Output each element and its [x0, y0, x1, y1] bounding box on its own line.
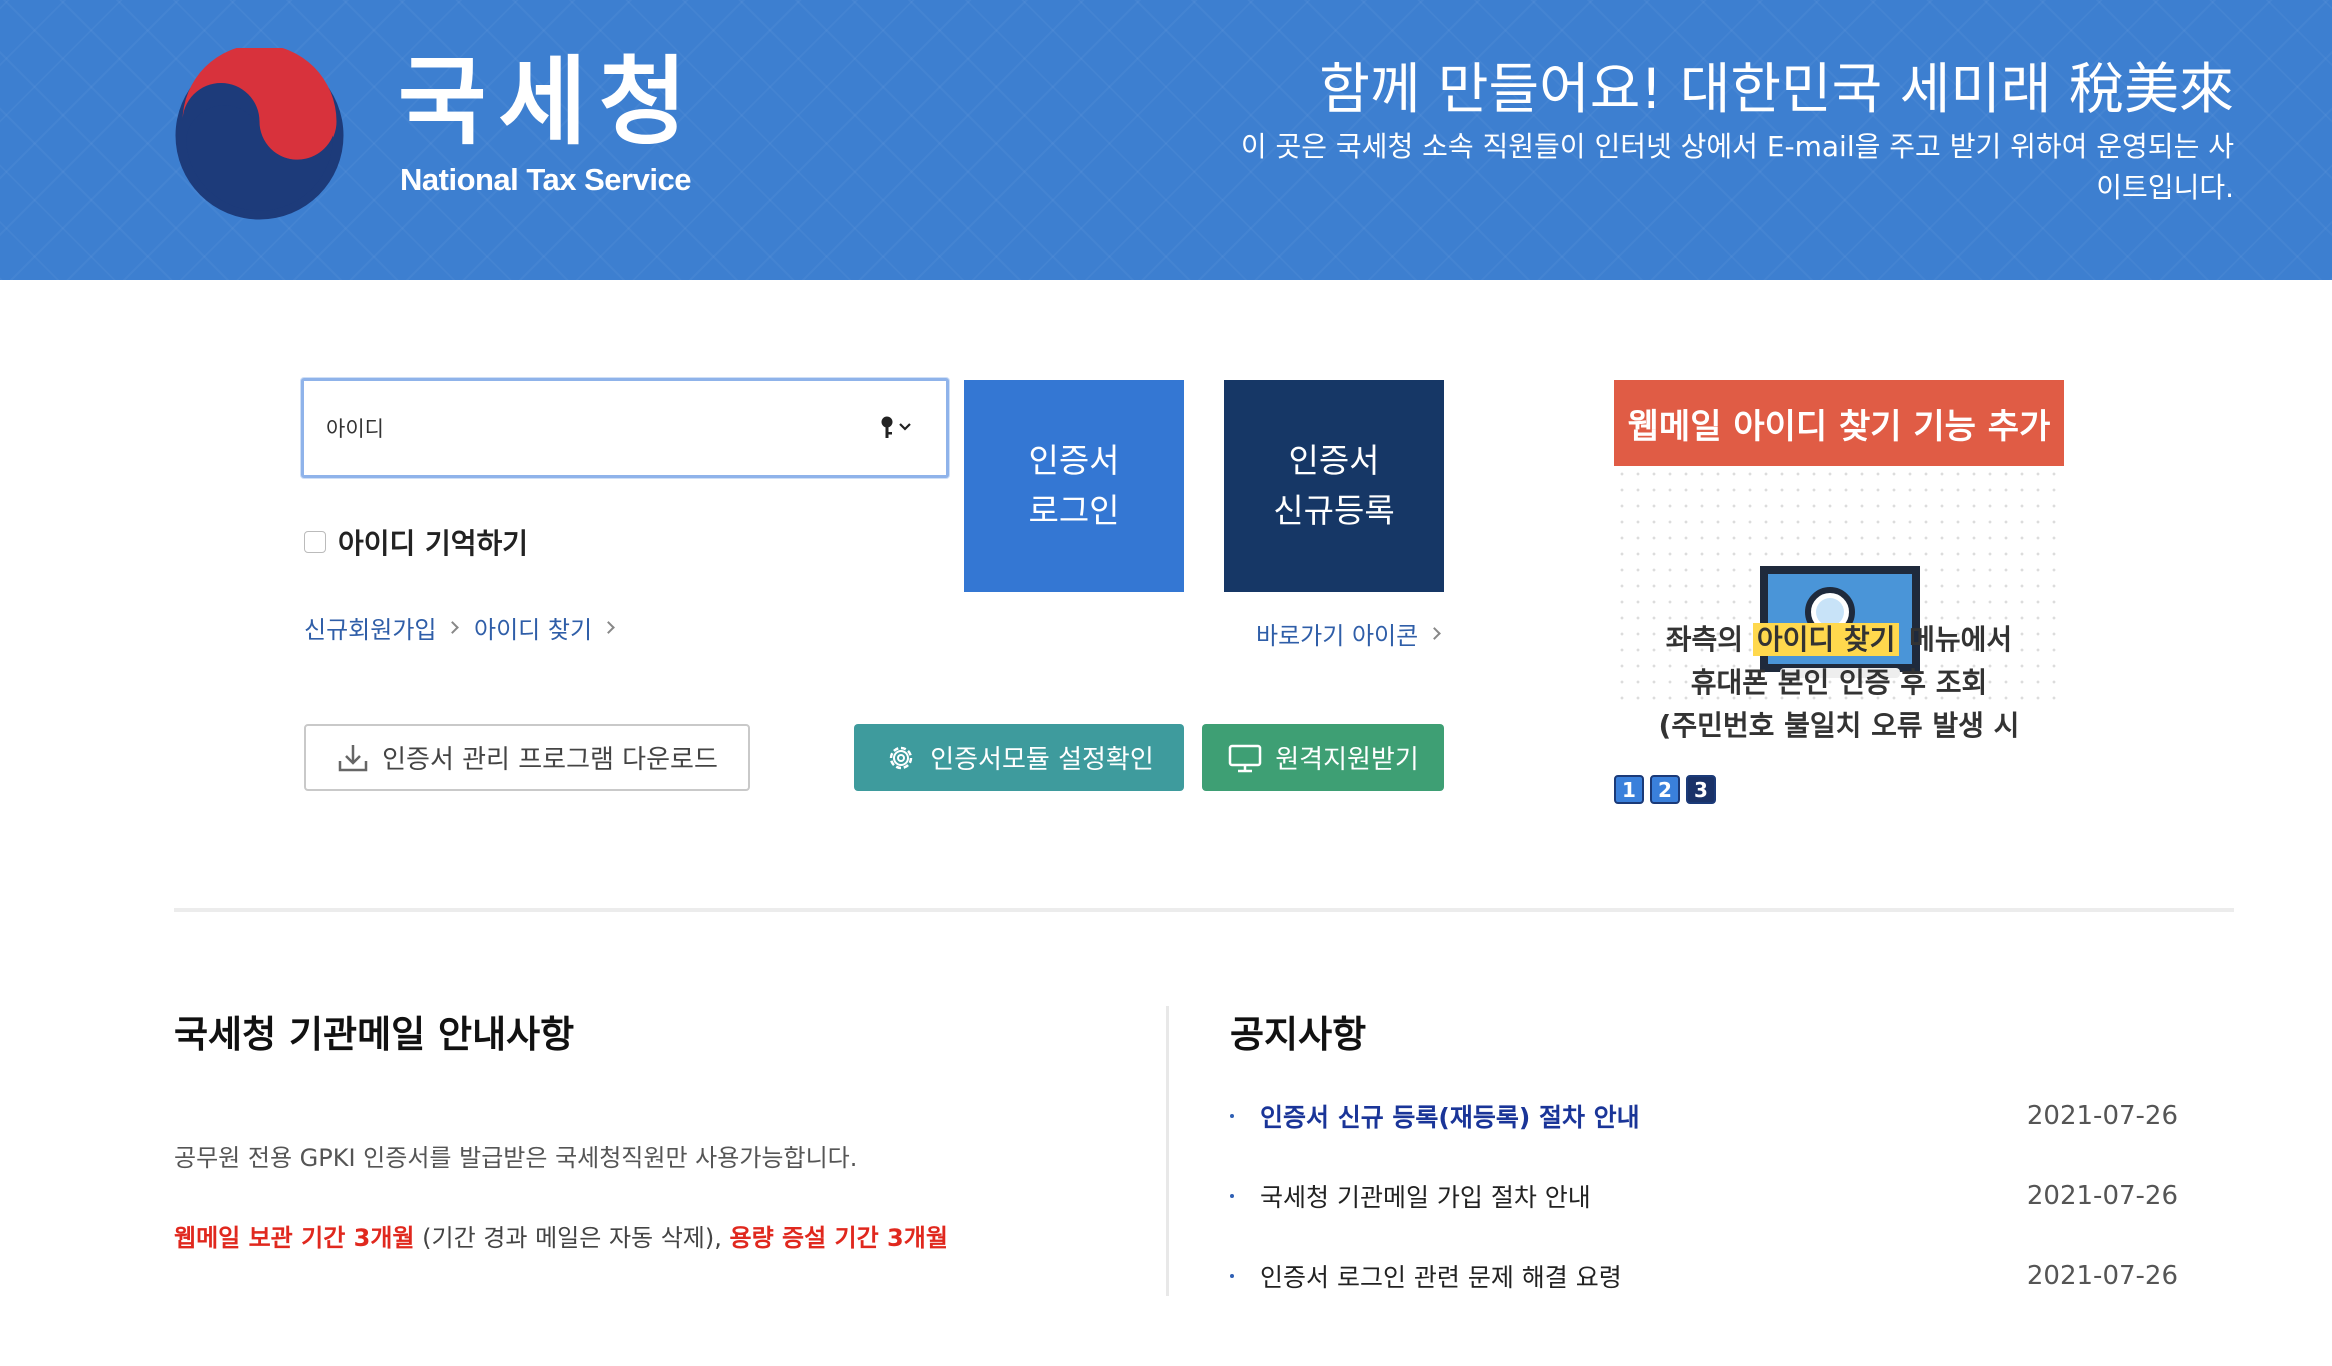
notice-title: 공지사항 — [1230, 1013, 1367, 1056]
quota-period: 용량 증설 기간 3개월 — [729, 1224, 948, 1252]
chevron-right-icon — [602, 621, 615, 634]
site-header: 국세청 National Tax Service 함께 만들어요! 대한민국 세… — [0, 0, 2332, 280]
retention-note: (기간 경과 메일은 자동 삭제), — [414, 1224, 730, 1252]
notice-item-date: 2021-07-26 — [2026, 1181, 2178, 1211]
id-input[interactable] — [326, 411, 846, 447]
banner-line1-post: 메뉴에서 — [1909, 623, 2013, 656]
cert-module-check-button[interactable]: 인증서모듈 설정확인 — [854, 724, 1184, 791]
key-dropdown-icon[interactable] — [878, 414, 918, 442]
banner-line-1: 좌측의 아이디 찾기 메뉴에서 — [1614, 618, 2064, 658]
signup-link-label[interactable]: 신규회원가입 — [304, 610, 436, 645]
remote-label: 원격지원받기 — [1275, 745, 1419, 775]
retention-period: 웹메일 보관 기간 3개월 — [174, 1224, 415, 1252]
notice-item[interactable]: 인증서 로그인 관련 문제 해결 요령 2021-07-26 — [1230, 1258, 2178, 1294]
banner-line1-pre: 좌측의 — [1665, 623, 1744, 656]
cert-login-button[interactable]: 인증서 로그인 — [964, 380, 1184, 592]
signup-link[interactable]: 신규회원가입 — [304, 610, 460, 645]
cert-register-line1: 인증서 — [1288, 441, 1380, 480]
section-divider — [174, 908, 2234, 912]
monitor-icon — [1228, 744, 1262, 772]
banner-line-2: 휴대폰 본인 인증 후 조회 — [1690, 666, 1988, 699]
banner-highlight: 아이디 찾기 — [1752, 623, 1900, 656]
header-description: 이 곳은 국세청 소속 직원들이 인터넷 상에서 E-mail을 주고 받기 위… — [1240, 130, 2234, 204]
banner-body: 좌측의 아이디 찾기 메뉴에서 휴대폰 본인 인증 후 조회 (주민번호 불일치… — [1614, 466, 2064, 742]
banner-pager: 1 2 3 — [1614, 775, 1716, 804]
chevron-right-icon — [1428, 627, 1442, 640]
banner-line-3: (주민번호 불일치 오류 발생 시 — [1658, 709, 2020, 742]
notice-item-title[interactable]: 인증서 로그인 관련 문제 해결 요령 — [1260, 1258, 2027, 1294]
org-name-ko[interactable]: 국세청 — [398, 54, 699, 150]
id-field[interactable] — [301, 378, 949, 478]
gear-icon — [889, 746, 913, 769]
org-name-en[interactable]: National Tax Service — [400, 162, 691, 198]
vertical-divider — [1166, 1006, 1169, 1296]
banner-page-1[interactable]: 1 — [1614, 775, 1644, 804]
banner-page-2[interactable]: 2 — [1650, 775, 1680, 804]
notice-item-date: 2021-07-26 — [2026, 1101, 2178, 1131]
cert-register-line2: 신규등록 — [1273, 491, 1395, 530]
find-id-link[interactable]: 아이디 찾기 — [474, 610, 615, 645]
cert-login-line2: 로그인 — [1028, 491, 1120, 530]
bullet-icon — [1230, 1114, 1234, 1118]
cert-register-button[interactable]: 인증서 신규등록 — [1224, 380, 1444, 592]
bullet-icon — [1230, 1274, 1234, 1278]
notice-item[interactable]: 국세청 기관메일 가입 절차 안내 2021-07-26 — [1230, 1178, 2178, 1214]
cert-login-line1: 인증서 — [1028, 441, 1120, 480]
bullet-icon — [1230, 1194, 1234, 1198]
banner-title: 웹메일 아이디 찾기 기능 추가 — [1614, 380, 2064, 466]
shortcut-link-label[interactable]: 바로가기 아이콘 — [1256, 616, 1418, 651]
notice-item-date: 2021-07-26 — [2026, 1261, 2178, 1291]
module-label: 인증서모듈 설정확인 — [930, 745, 1154, 775]
slogan: 함께 만들어요! 대한민국 세미래 稅美來 — [1319, 57, 2234, 121]
banner-page-3[interactable]: 3 — [1686, 775, 1716, 804]
notice-item-title[interactable]: 국세청 기관메일 가입 절차 안내 — [1260, 1178, 2027, 1214]
nts-logo-icon[interactable] — [172, 48, 347, 223]
info-text: 공무원 전용 GPKI 인증서를 발급받은 국세청직원만 사용가능합니다. — [174, 1144, 858, 1172]
notice-item-title[interactable]: 인증서 신규 등록(재등록) 절차 안내 — [1260, 1098, 2027, 1134]
download-icon — [338, 744, 368, 771]
download-label: 인증서 관리 프로그램 다운로드 — [382, 745, 718, 775]
promo-banner[interactable]: 웹메일 아이디 찾기 기능 추가 좌측의 아이디 찾기 메뉴에서 휴대폰 본인 … — [1614, 380, 2064, 760]
find-id-link-label[interactable]: 아이디 찾기 — [474, 610, 592, 645]
remember-id-label[interactable]: 아이디 기억하기 — [338, 522, 528, 562]
chevron-right-icon — [446, 621, 460, 634]
remote-support-button[interactable]: 원격지원받기 — [1202, 724, 1444, 791]
info-title: 국세청 기관메일 안내사항 — [174, 1013, 575, 1056]
remember-id[interactable]: 아이디 기억하기 — [304, 522, 528, 562]
info-retention: 웹메일 보관 기간 3개월 (기간 경과 메일은 자동 삭제), 용량 증설 기… — [174, 1218, 948, 1253]
remember-id-checkbox[interactable] — [304, 531, 326, 553]
notice-item[interactable]: 인증서 신규 등록(재등록) 절차 안내 2021-07-26 — [1230, 1098, 2178, 1134]
cert-program-download-button[interactable]: 인증서 관리 프로그램 다운로드 — [304, 724, 750, 791]
shortcut-icon-link[interactable]: 바로가기 아이콘 — [1256, 616, 1442, 651]
